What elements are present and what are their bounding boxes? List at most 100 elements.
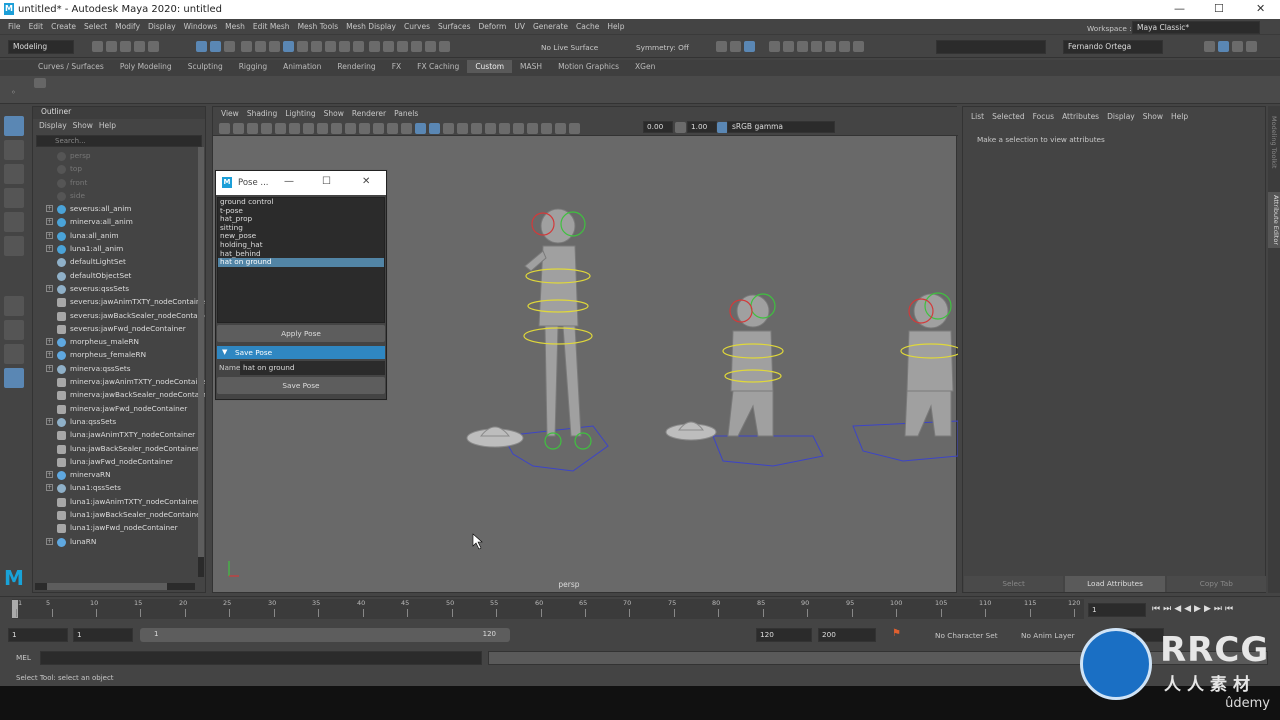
- outliner-item[interactable]: front: [33, 177, 205, 190]
- gamma-field[interactable]: 1.00: [687, 121, 717, 133]
- attr-menu-selected[interactable]: Selected: [992, 112, 1025, 121]
- save-pose-button[interactable]: Save Pose: [217, 377, 385, 394]
- load-attributes-button[interactable]: Load Attributes: [1065, 576, 1165, 592]
- outliner-item[interactable]: persp: [33, 150, 205, 163]
- grease-pencil-icon[interactable]: [289, 123, 300, 134]
- outliner-item[interactable]: defaultLightSet: [33, 256, 205, 269]
- shelf-tab-xgen[interactable]: XGen: [627, 60, 663, 73]
- shelf-tab-fx[interactable]: FX: [384, 60, 409, 73]
- outliner-item[interactable]: luna:jawBackSealer_nodeContainer: [33, 443, 205, 456]
- outliner-item[interactable]: luna1:jawAnimTXTY_nodeContainer: [33, 496, 205, 509]
- shelf-tab-sculpting[interactable]: Sculpting: [180, 60, 231, 73]
- viewport-panel[interactable]: View Shading Lighting Show Renderer Panels 0.…: [212, 106, 958, 593]
- expand-icon[interactable]: +: [46, 484, 53, 492]
- viewport-menu-lighting[interactable]: Lighting: [285, 109, 315, 118]
- outliner-layout-icon[interactable]: [4, 368, 24, 388]
- move-tool-icon[interactable]: [4, 188, 24, 208]
- viewport-menu-view[interactable]: View: [221, 109, 239, 118]
- select-deform-icon[interactable]: [296, 41, 308, 52]
- shelf-tab-custom[interactable]: Custom: [467, 60, 513, 73]
- lasso-tool-icon[interactable]: [4, 140, 24, 160]
- pose-list[interactable]: ground control t-pose hat_prop sitting new_p…: [217, 197, 385, 323]
- attribute-editor-tab[interactable]: Attribute Editor: [1268, 192, 1280, 249]
- maximize-button[interactable]: ☐: [1214, 2, 1224, 15]
- 2d-pan-icon[interactable]: [303, 123, 314, 134]
- hypershade-icon[interactable]: [810, 41, 822, 52]
- new-scene-icon[interactable]: [92, 41, 103, 52]
- snap-view-icon[interactable]: [411, 41, 423, 52]
- outliner-item[interactable]: minerva:jawAnimTXTY_nodeContainer: [33, 376, 205, 389]
- outliner-item[interactable]: defaultObjectSet: [33, 270, 205, 283]
- outliner-item[interactable]: luna1:jawBackSealer_nodeContainer: [33, 509, 205, 522]
- expand-icon[interactable]: +: [46, 245, 53, 253]
- expand-icon[interactable]: +: [46, 338, 53, 346]
- exposure-icon[interactable]: [569, 123, 580, 134]
- shelf-tab-poly-modeling[interactable]: Poly Modeling: [112, 60, 180, 73]
- quick-select-field[interactable]: [936, 40, 1046, 54]
- minimize-button[interactable]: —: [1174, 2, 1185, 15]
- select-misc-icon[interactable]: [338, 41, 350, 52]
- attr-menu-focus[interactable]: Focus: [1033, 112, 1054, 121]
- exposure-field[interactable]: 0.00: [643, 121, 673, 133]
- shelf-tab-animation[interactable]: Animation: [275, 60, 329, 73]
- save-pose-section[interactable]: ▼ Save Pose: [217, 346, 385, 359]
- live-surface-label[interactable]: No Live Surface: [541, 43, 598, 52]
- menu-modify[interactable]: Modify: [115, 22, 140, 31]
- viewport-menu-renderer[interactable]: Renderer: [352, 109, 386, 118]
- object-mode-icon[interactable]: [210, 41, 221, 52]
- user-account-dropdown[interactable]: Fernando Ortega: [1063, 40, 1163, 54]
- select-handles-icon[interactable]: [240, 41, 252, 52]
- input-ops-icon[interactable]: [716, 41, 727, 52]
- outliner-item[interactable]: severus:jawFwd_nodeContainer: [33, 323, 205, 336]
- close-button[interactable]: ✕: [1256, 2, 1265, 15]
- lock-selection-icon[interactable]: [352, 41, 364, 52]
- tool-settings-icon[interactable]: [1232, 41, 1243, 52]
- outliner-item[interactable]: + minerva:qssSets: [33, 363, 205, 376]
- outliner-item[interactable]: + luna:all_anim: [33, 230, 205, 243]
- shelf-tab-rendering[interactable]: Rendering: [329, 60, 383, 73]
- pause-icon[interactable]: [852, 41, 864, 52]
- attr-menu-list[interactable]: List: [971, 112, 984, 121]
- expand-icon[interactable]: +: [46, 417, 53, 425]
- menu-curves[interactable]: Curves: [404, 22, 430, 31]
- menu-file[interactable]: File: [8, 22, 21, 31]
- pencil-icon[interactable]: [275, 123, 286, 134]
- menu-create[interactable]: Create: [51, 22, 76, 31]
- outliner-item[interactable]: + minerva:all_anim: [33, 216, 205, 229]
- shelf-tab-motion-graphics[interactable]: Motion Graphics: [550, 60, 627, 73]
- attribute-editor-toggle-icon[interactable]: [1218, 41, 1229, 52]
- construction-history-icon[interactable]: [744, 41, 755, 52]
- outliner-item[interactable]: luna1:jawFwd_nodeContainer: [33, 522, 205, 535]
- outliner-item[interactable]: + morpheus_maleRN: [33, 336, 205, 349]
- menu-help[interactable]: Help: [607, 22, 624, 31]
- expand-icon[interactable]: +: [46, 364, 53, 372]
- scale-tool-icon[interactable]: [4, 236, 24, 256]
- grid-icon[interactable]: [317, 123, 328, 134]
- pose-close-button[interactable]: ✕: [362, 176, 370, 187]
- wireframe-icon[interactable]: [415, 123, 426, 134]
- viewport-menu-shading[interactable]: Shading: [247, 109, 277, 118]
- outliner-search[interactable]: Search...: [36, 135, 202, 147]
- shelf-script-icon[interactable]: [34, 78, 46, 88]
- anim-end-field[interactable]: 200: [818, 628, 876, 642]
- paint-select-tool-icon[interactable]: [4, 164, 24, 184]
- current-frame-field[interactable]: 1: [1088, 603, 1146, 617]
- shelf-tab-mash[interactable]: MASH: [512, 60, 550, 73]
- snap-surface-icon[interactable]: [425, 41, 437, 52]
- aa-icon[interactable]: [541, 123, 552, 134]
- textured-icon[interactable]: [443, 123, 454, 134]
- shelf-tab-fx-caching[interactable]: FX Caching: [409, 60, 467, 73]
- arnold-render-icon[interactable]: [824, 41, 836, 52]
- command-input[interactable]: [40, 651, 482, 665]
- menu-cache[interactable]: Cache: [576, 22, 599, 31]
- outliner-item[interactable]: + severus:all_anim: [33, 203, 205, 216]
- menu-select[interactable]: Select: [84, 22, 107, 31]
- attr-menu-help[interactable]: Help: [1171, 112, 1188, 121]
- shadows-icon[interactable]: [471, 123, 482, 134]
- ipr-render-icon[interactable]: [782, 41, 794, 52]
- redo-icon[interactable]: [148, 41, 159, 52]
- ambient-occlusion-icon[interactable]: [485, 123, 496, 134]
- pose-minimize-button[interactable]: —: [284, 176, 294, 187]
- bookmark-icon[interactable]: [247, 123, 258, 134]
- outliner-item[interactable]: severus:jawBackSealer_nodeContainer: [33, 310, 205, 323]
